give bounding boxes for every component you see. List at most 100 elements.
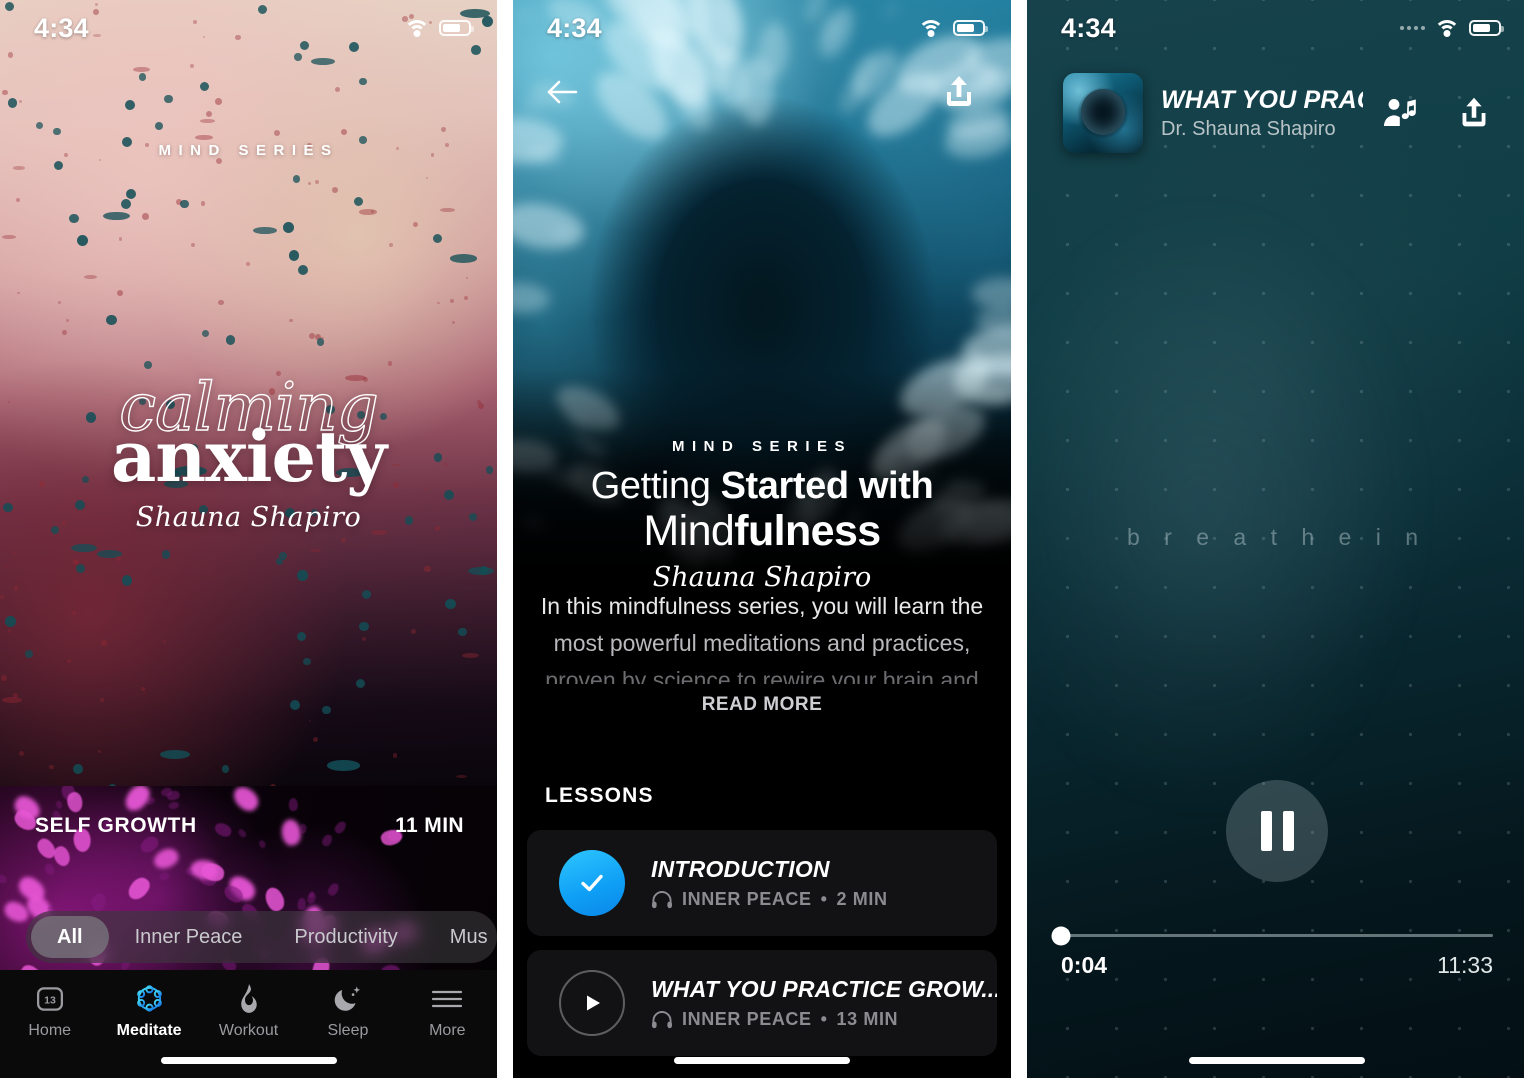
player-controls — [1027, 780, 1524, 890]
phone-screen-meditation-series: 4:34 MIND SERIES calming anxiety Shauna … — [0, 0, 497, 1078]
tab-more[interactable]: More — [398, 982, 497, 1040]
pause-icon[interactable] — [1226, 780, 1328, 882]
wifi-icon — [918, 19, 944, 38]
series-description: In this mindfulness series, you will lea… — [539, 588, 985, 684]
filter-pill-inner-peace[interactable]: Inner Peace — [109, 916, 269, 958]
seek-track[interactable] — [1051, 926, 1493, 945]
read-more-button[interactable]: READ MORE — [513, 694, 1011, 716]
home-indicator — [160, 1057, 337, 1064]
elapsed-time: 0:04 — [1061, 952, 1108, 978]
tab-meditate[interactable]: Meditate — [99, 982, 198, 1040]
tab-sleep[interactable]: Sleep — [298, 982, 397, 1040]
description-line-2: most powerful meditations and practices, — [553, 630, 971, 656]
phone-screen-series-detail: 4:34 MIND SERIES Getting Started with Mi… — [513, 0, 1011, 1078]
seek-time-labels: 0:04 11:33 — [1061, 952, 1493, 979]
status-time: 4:34 — [1061, 12, 1116, 43]
filter-pill-productivity[interactable]: Productivity — [268, 916, 423, 958]
status-bar: 4:34 — [0, 0, 497, 56]
lesson-title: WHAT YOU PRACTICE GROW... — [651, 976, 997, 1002]
status-bar: 4:34 — [513, 0, 1011, 56]
panel-gap-1 — [497, 0, 513, 1078]
description-line-3: proven by science to rewire your brain a… — [545, 667, 979, 684]
lesson-category: INNER PEACE — [682, 889, 812, 909]
player-header: WHAT YOU PRACTI... Dr. Shauna Shapiro — [1027, 72, 1524, 154]
lesson-duration: 13 MIN — [836, 1009, 899, 1029]
card-duration: 11 MIN — [395, 814, 464, 837]
tab-workout[interactable]: Workout — [199, 982, 298, 1040]
title-line-2: Mindfulness — [513, 506, 1011, 555]
phone-screen-player: 4:34 WHAT YOU PRACTI... Dr. Shauna Shapi… — [1027, 0, 1524, 1078]
share-upload-icon[interactable] — [937, 70, 981, 114]
title-line-1-bold: Started with — [720, 465, 934, 507]
battery-icon — [953, 20, 988, 36]
add-to-playlist-icon[interactable] — [1381, 96, 1419, 130]
headphones-icon — [651, 890, 673, 909]
tab-home-label: Home — [28, 1022, 72, 1039]
home-indicator — [674, 1057, 850, 1064]
tab-home[interactable]: 13 Home — [0, 982, 99, 1040]
player-header-actions — [1381, 92, 1501, 134]
lotus-icon — [134, 982, 165, 1015]
three-phone-screenshot-row: 4:34 MIND SERIES calming anxiety Shauna … — [0, 0, 1524, 1078]
title-line-2-light: Mind — [643, 506, 735, 555]
seek-bar-area: 0:04 11:33 — [1051, 926, 1493, 979]
filter-pill-all[interactable]: All — [31, 916, 109, 958]
home-indicator — [1189, 1057, 1365, 1064]
remaining-time: 11:33 — [1437, 952, 1493, 978]
signal-dots-icon — [1400, 26, 1425, 30]
series-label: MIND SERIES — [671, 438, 852, 455]
panel-gap-2 — [1011, 0, 1027, 1078]
lesson-separator: • — [820, 889, 828, 909]
battery-icon — [1469, 20, 1504, 36]
tab-workout-label: Workout — [218, 1022, 279, 1039]
lesson-text-block: INTRODUCTION INNER PEACE • 2 MIN — [651, 856, 888, 910]
panel1-title-block: calming anxiety Shauna Shapiro — [0, 374, 497, 533]
player-track-info: WHAT YOU PRACTI... Dr. Shauna Shapiro — [1161, 86, 1363, 141]
lesson-title: INTRODUCTION — [651, 856, 830, 882]
hamburger-icon — [431, 982, 463, 1015]
lesson-separator: • — [820, 1009, 828, 1029]
lesson-duration: 2 MIN — [836, 889, 888, 909]
moon-icon — [333, 982, 363, 1015]
lesson-meta: INNER PEACE • 13 MIN — [651, 1009, 997, 1030]
category-filter-bar[interactable]: All Inner Peace Productivity Mus — [26, 911, 497, 963]
wifi-icon — [404, 19, 430, 38]
lesson-row-what-you-practice[interactable]: WHAT YOU PRACTICE GROW... INNER PEACE • … — [527, 950, 997, 1056]
seek-knob[interactable] — [1051, 926, 1071, 945]
album-art-thumbnail[interactable] — [1063, 73, 1143, 153]
status-bar: 4:34 — [1027, 0, 1524, 56]
check-icon[interactable] — [559, 850, 625, 916]
status-time: 4:34 — [547, 12, 602, 43]
lesson-meta: INNER PEACE • 2 MIN — [651, 889, 888, 910]
share-upload-icon[interactable] — [1453, 92, 1495, 134]
title-line-1-light: Getting — [590, 465, 721, 507]
lessons-header: LESSONS — [545, 784, 654, 807]
title-line-2-bold: fulness — [734, 506, 881, 555]
back-arrow-icon[interactable] — [545, 77, 579, 107]
status-indicators — [918, 19, 988, 38]
series-label: MIND SERIES — [158, 142, 339, 159]
filter-pill-music[interactable]: Mus — [424, 916, 497, 958]
title-line-2: anxiety — [110, 414, 387, 498]
tab-sleep-label: Sleep — [327, 1022, 369, 1039]
calendar-icon: 13 — [35, 982, 65, 1015]
lesson-row-introduction[interactable]: INTRODUCTION INNER PEACE • 2 MIN — [527, 830, 997, 936]
breathe-cue-text: b r e a t h e i n — [1126, 524, 1428, 550]
card-category: SELF GROWTH — [35, 814, 197, 837]
svg-text:13: 13 — [44, 994, 56, 1006]
card-info-row: SELF GROWTH 11 MIN — [35, 814, 464, 838]
lesson-category: INNER PEACE — [682, 1009, 812, 1029]
panel2-title-block: MIND SERIES Getting Started with Mindful… — [513, 438, 1011, 593]
panel2-nav-bar — [513, 68, 1011, 116]
lesson-text-block: WHAT YOU PRACTICE GROW... INNER PEACE • … — [651, 976, 997, 1030]
ambient-glow — [1027, 194, 1427, 820]
status-indicators — [404, 19, 474, 38]
tab-meditate-label: Meditate — [116, 1022, 182, 1039]
headphones-icon — [651, 1010, 673, 1029]
player-track-title: WHAT YOU PRACTI... — [1161, 85, 1363, 114]
description-line-1: In this mindfulness series, you will lea… — [540, 593, 984, 619]
wifi-icon — [1434, 19, 1460, 38]
tab-more-label: More — [429, 1022, 466, 1039]
player-track-author: Dr. Shauna Shapiro — [1161, 117, 1336, 140]
play-icon[interactable] — [559, 970, 625, 1036]
